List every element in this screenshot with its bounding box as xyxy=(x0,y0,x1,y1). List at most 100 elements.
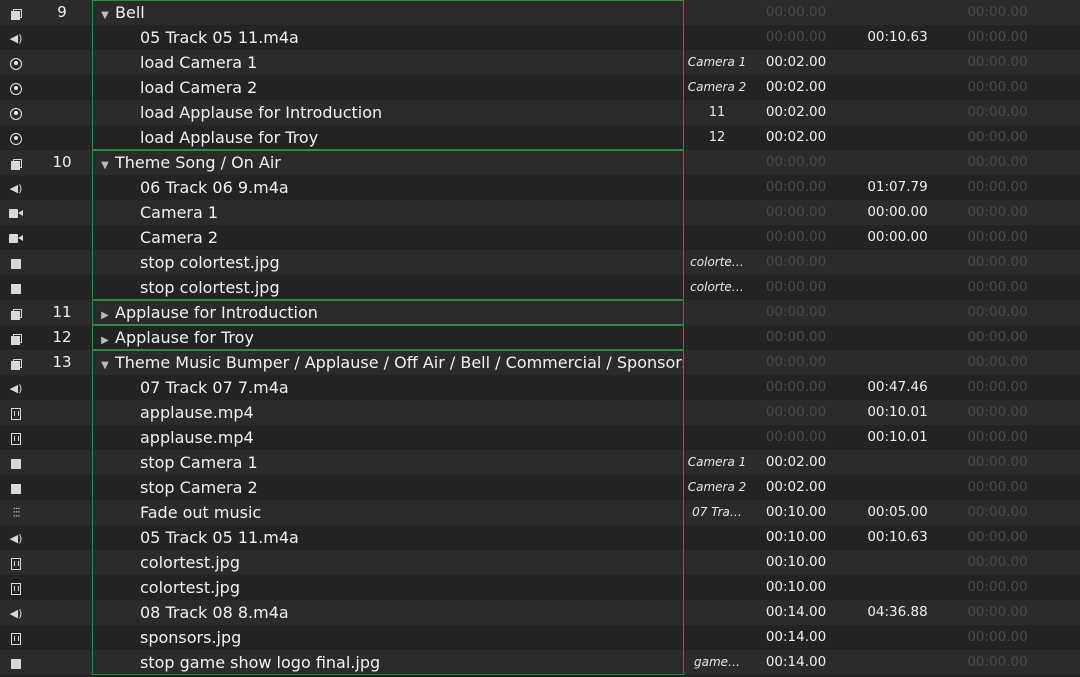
cue-type-cell xyxy=(0,625,32,650)
disclosure-closed-icon[interactable]: ▶ xyxy=(98,303,112,325)
group-cue-row[interactable]: 10 ▼ Theme Song / On Air 00:00.00 00:00.00 xyxy=(0,150,1080,175)
pre-wait: 00:14.00 xyxy=(765,629,827,645)
cue-row[interactable]: stop colortest.jpg colorte… 00:00.00 00:00.… xyxy=(0,275,1080,300)
cue-number xyxy=(32,50,92,75)
cue-row[interactable]: load Applause for Troy 12 00:02.00 00:00.00 xyxy=(0,125,1080,150)
post-wait: 00:00.00 xyxy=(967,204,1028,220)
cue-row[interactable]: Camera 2 00:00.00 00:00.00 00:00.00 xyxy=(0,225,1080,250)
cue-target: 11 xyxy=(708,105,726,120)
group-cue-icon xyxy=(11,353,22,372)
action-duration: 00:10.63 xyxy=(867,29,928,45)
cue-target: Camera 1 xyxy=(687,455,747,469)
cue-row[interactable]: stop game show logo final.jpg game… 00:14.… xyxy=(0,650,1080,675)
group-cue-row[interactable]: 9 ▼ Bell 00:00.00 00:00.00 xyxy=(0,0,1080,25)
disclosure-closed-icon[interactable]: ▶ xyxy=(98,328,112,350)
fade-cue-icon-glyph: ⫶⫶⫶ xyxy=(12,506,21,521)
video-cue-icon xyxy=(11,578,21,597)
disclosure-open-icon[interactable]: ▼ xyxy=(98,3,112,25)
load-cue-icon-glyph xyxy=(10,82,22,95)
cue-name-cell: Camera 1 xyxy=(92,200,684,225)
cue-row[interactable]: Camera 1 00:00.00 00:00.00 00:00.00 xyxy=(0,200,1080,225)
audio-cue-icon-glyph: ◀︎) xyxy=(9,382,23,395)
post-wait: 00:00.00 xyxy=(967,554,1028,570)
pre-wait: 00:00.00 xyxy=(765,154,827,170)
group-cue-icon xyxy=(11,303,22,322)
cue-name-cell: ▼ Bell xyxy=(92,0,684,25)
cue-row[interactable]: sponsors.jpg 00:14.00 00:00.00 xyxy=(0,625,1080,650)
stop-cue-icon-glyph xyxy=(11,283,21,294)
cue-target xyxy=(684,225,750,250)
cue-row[interactable]: ◀︎) 07 Track 07 7.m4a 00:00.00 00:47.46 00:0… xyxy=(0,375,1080,400)
cue-type-cell: ◀︎) xyxy=(0,175,32,200)
pre-wait: 00:02.00 xyxy=(765,54,827,70)
cue-target: 12 xyxy=(708,130,726,145)
cue-target xyxy=(684,200,750,225)
disclosure-open-icon[interactable]: ▼ xyxy=(98,353,112,375)
cue-number xyxy=(32,500,92,525)
group-cue-row[interactable]: 12 ▶ Applause for Troy 00:00.00 00:00.00 xyxy=(0,325,1080,350)
cue-target: Camera 2 xyxy=(687,480,747,494)
post-wait: 00:00.00 xyxy=(967,179,1028,195)
cue-row[interactable]: load Applause for Introduction 11 00:02.00… xyxy=(0,100,1080,125)
cue-row[interactable]: ◀︎) 05 Track 05 11.m4a 00:00.00 00:10.63 00:… xyxy=(0,25,1080,50)
action-duration: 00:47.46 xyxy=(867,379,928,395)
cue-row[interactable]: ◀︎) 05 Track 05 11.m4a 00:10.00 00:10.63 00:… xyxy=(0,525,1080,550)
cue-name: sponsors.jpg xyxy=(140,628,242,647)
cue-name-cell: applause.mp4 xyxy=(92,400,684,425)
cue-row[interactable]: ⫶⫶⫶ Fade out music 07 Tra… 00:10.00 00:05.00… xyxy=(0,500,1080,525)
cue-row[interactable]: load Camera 2 Camera 2 00:02.00 00:00.00 xyxy=(0,75,1080,100)
cue-row[interactable]: load Camera 1 Camera 1 00:02.00 00:00.00 xyxy=(0,50,1080,75)
cue-row[interactable]: stop Camera 2 Camera 2 00:02.00 00:00.00 xyxy=(0,475,1080,500)
cue-type-cell xyxy=(0,300,32,325)
post-wait: 00:00.00 xyxy=(967,254,1028,270)
cue-target xyxy=(684,550,750,575)
cue-name-cell: stop Camera 1 xyxy=(92,450,684,475)
pre-wait: 00:00.00 xyxy=(765,304,827,320)
group-cue-row[interactable]: 13 ▼ Theme Music Bumper / Applause / Off A… xyxy=(0,350,1080,375)
stop-cue-icon xyxy=(11,278,21,297)
cue-list: 9 ▼ Bell 00:00.00 00:00.00 ◀︎) 05 Track 05 11.… xyxy=(0,0,1080,677)
video-cue-icon xyxy=(11,428,21,447)
action-duration xyxy=(850,575,945,600)
cue-row[interactable]: applause.mp4 00:00.00 00:10.01 00:00.00 xyxy=(0,400,1080,425)
pre-wait: 00:02.00 xyxy=(765,479,827,495)
cue-name-cell: 05 Track 05 11.m4a xyxy=(92,25,684,50)
cue-target xyxy=(684,625,750,650)
post-wait: 00:00.00 xyxy=(967,29,1028,45)
group-cue-row[interactable]: 11 ▶ Applause for Introduction 00:00.00 00:0… xyxy=(0,300,1080,325)
cue-target xyxy=(684,575,750,600)
cue-row[interactable]: colortest.jpg 00:10.00 00:00.00 xyxy=(0,575,1080,600)
audio-cue-icon: ◀︎) xyxy=(10,378,23,397)
pre-wait: 00:00.00 xyxy=(765,429,827,445)
cue-name: colortest.jpg xyxy=(140,578,240,597)
stop-cue-icon-glyph xyxy=(11,458,21,469)
cue-number xyxy=(32,200,92,225)
cue-row[interactable]: ◀︎) 08 Track 08 8.m4a 00:14.00 04:36.88 00:0… xyxy=(0,600,1080,625)
cue-row[interactable]: colortest.jpg 00:10.00 00:00.00 xyxy=(0,550,1080,575)
camera-cue-icon xyxy=(9,228,23,247)
cue-row[interactable]: ◀︎) 06 Track 06 9.m4a 00:00.00 01:07.79 00:0… xyxy=(0,175,1080,200)
post-wait: 00:00.00 xyxy=(967,379,1028,395)
cue-name: Applause for Troy xyxy=(115,328,254,347)
post-wait: 00:00.00 xyxy=(967,4,1028,20)
video-cue-icon-glyph xyxy=(11,632,21,645)
audio-cue-icon-glyph: ◀︎) xyxy=(9,532,23,545)
action-duration: 00:10.01 xyxy=(867,404,928,420)
cue-target xyxy=(684,350,750,375)
cue-row[interactable]: stop colortest.jpg colorte… 00:00.00 00:00.… xyxy=(0,250,1080,275)
action-duration: 00:10.63 xyxy=(867,529,928,545)
cue-target xyxy=(684,525,750,550)
cue-row[interactable]: stop Camera 1 Camera 1 00:02.00 00:00.00 xyxy=(0,450,1080,475)
load-cue-icon xyxy=(10,53,22,72)
cue-number: 11 xyxy=(52,303,72,321)
group-cue-icon xyxy=(11,153,22,172)
load-cue-icon xyxy=(10,78,22,97)
pre-wait: 00:00.00 xyxy=(765,204,827,220)
cue-name: colortest.jpg xyxy=(140,553,240,572)
pre-wait: 00:02.00 xyxy=(765,104,827,120)
cue-row[interactable]: applause.mp4 00:00.00 00:10.01 00:00.00 xyxy=(0,425,1080,450)
disclosure-open-icon[interactable]: ▼ xyxy=(98,153,112,175)
post-wait: 00:00.00 xyxy=(967,529,1028,545)
cue-number xyxy=(32,475,92,500)
cue-name: applause.mp4 xyxy=(140,428,254,447)
